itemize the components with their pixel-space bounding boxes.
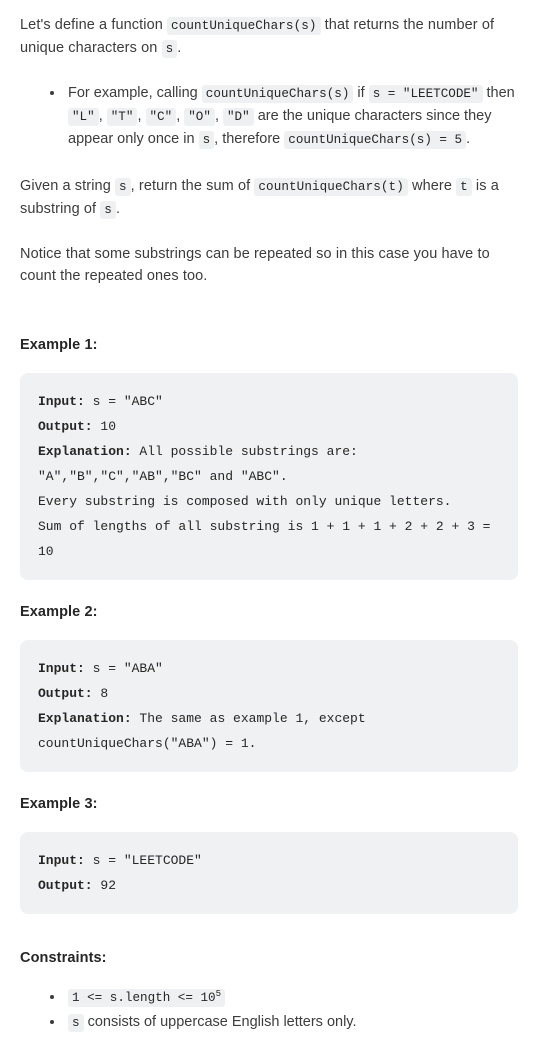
output-label: Output: xyxy=(38,419,93,434)
input-label: Input: xyxy=(38,661,85,676)
explanation-value: All possible substrings are: "A","B","C"… xyxy=(38,444,491,559)
intro-text-1: Let's define a function xyxy=(20,17,168,33)
input-label: Input: xyxy=(38,853,85,868)
inline-code-countuniquechars-result: countUniqueChars(s) = 5 xyxy=(284,131,467,149)
output-label: Output: xyxy=(38,686,93,701)
intro-text-3: . xyxy=(177,40,182,56)
intro-bullet-list: For example, calling countUniqueChars(s)… xyxy=(20,82,518,151)
list-item: For example, calling countUniqueChars(s)… xyxy=(50,82,518,151)
given-text-3: where xyxy=(407,178,457,194)
bullet-text-1: For example, calling xyxy=(68,85,202,101)
inline-code-leetcode: s = "LEETCODE" xyxy=(368,85,483,103)
explanation-label: Explanation: xyxy=(38,711,132,726)
output-value: 8 xyxy=(92,686,109,701)
inline-code-s: s xyxy=(100,201,116,219)
intro-paragraph: Let's define a function countUniqueChars… xyxy=(20,14,518,60)
inline-code-length-constraint: 1 <= s.length <= 105 xyxy=(68,987,226,1007)
constraint-code-text: 1 <= s.length <= 10 xyxy=(72,991,216,1005)
example-2-heading: Example 2: xyxy=(20,604,98,620)
explanation-label: Explanation: xyxy=(38,444,132,459)
output-value: 10 xyxy=(92,419,117,434)
output-label: Output: xyxy=(38,878,93,893)
input-label: Input: xyxy=(38,394,85,409)
inline-code-t: "T" xyxy=(106,108,138,126)
inline-code-s: s xyxy=(115,178,131,196)
bullet-text-2: if xyxy=(353,85,369,101)
problem-description: Let's define a function countUniqueChars… xyxy=(0,0,538,1044)
inline-code-countuniquechars: countUniqueChars(s) xyxy=(167,17,321,35)
bullet-text-6: . xyxy=(466,131,471,147)
constraints-list: 1 <= s.length <= 105 s consists of upper… xyxy=(20,986,518,1034)
output-value: 92 xyxy=(92,878,117,893)
example-3-codeblock: Input: s = "LEETCODE" Output: 92 xyxy=(20,832,518,914)
inline-code-countuniquechars: countUniqueChars(s) xyxy=(201,85,354,103)
inline-code-s: s xyxy=(198,131,215,149)
inline-code-t: t xyxy=(456,178,472,196)
list-item: 1 <= s.length <= 105 xyxy=(50,986,518,1009)
inline-code-countuniquechars-t: countUniqueChars(t) xyxy=(254,178,408,196)
bullet-text-5: , therefore xyxy=(214,131,285,147)
bullet-text-3: then xyxy=(482,85,515,101)
example-1-codeblock: Input: s = "ABC" Output: 10 Explanation:… xyxy=(20,373,518,580)
inline-code-d: "D" xyxy=(223,108,254,126)
example-1-heading: Example 1: xyxy=(20,337,98,353)
superscript-exponent: 5 xyxy=(215,987,222,999)
bullet-sep-4: , xyxy=(214,108,223,124)
example-2-codeblock: Input: s = "ABA" Output: 8 Explanation: … xyxy=(20,640,518,772)
input-value: s = "ABA" xyxy=(84,661,163,676)
constraint-text: consists of uppercase English letters on… xyxy=(83,1014,357,1030)
inline-code-l: "L" xyxy=(68,108,99,126)
given-text-5: . xyxy=(115,201,121,217)
constraints-heading: Constraints: xyxy=(20,950,107,966)
list-item: s consists of uppercase English letters … xyxy=(50,1011,518,1034)
input-value: s = "LEETCODE" xyxy=(84,853,202,868)
inline-code-c: "C" xyxy=(145,108,177,126)
bullet-sep-1: , xyxy=(98,108,107,124)
inline-code-s: s xyxy=(161,40,178,58)
inline-code-o: "O" xyxy=(184,108,215,126)
notice-paragraph: Notice that some substrings can be repea… xyxy=(20,246,490,284)
given-text-2: , return the sum of xyxy=(130,178,255,194)
given-paragraph: Given a string s, return the sum of coun… xyxy=(20,175,518,221)
inline-code-s: s xyxy=(68,1014,84,1032)
example-3-heading: Example 3: xyxy=(20,796,98,812)
given-text-1: Given a string xyxy=(20,178,115,194)
input-value: s = "ABC" xyxy=(84,394,163,409)
bullet-sep-2: , xyxy=(137,108,146,124)
